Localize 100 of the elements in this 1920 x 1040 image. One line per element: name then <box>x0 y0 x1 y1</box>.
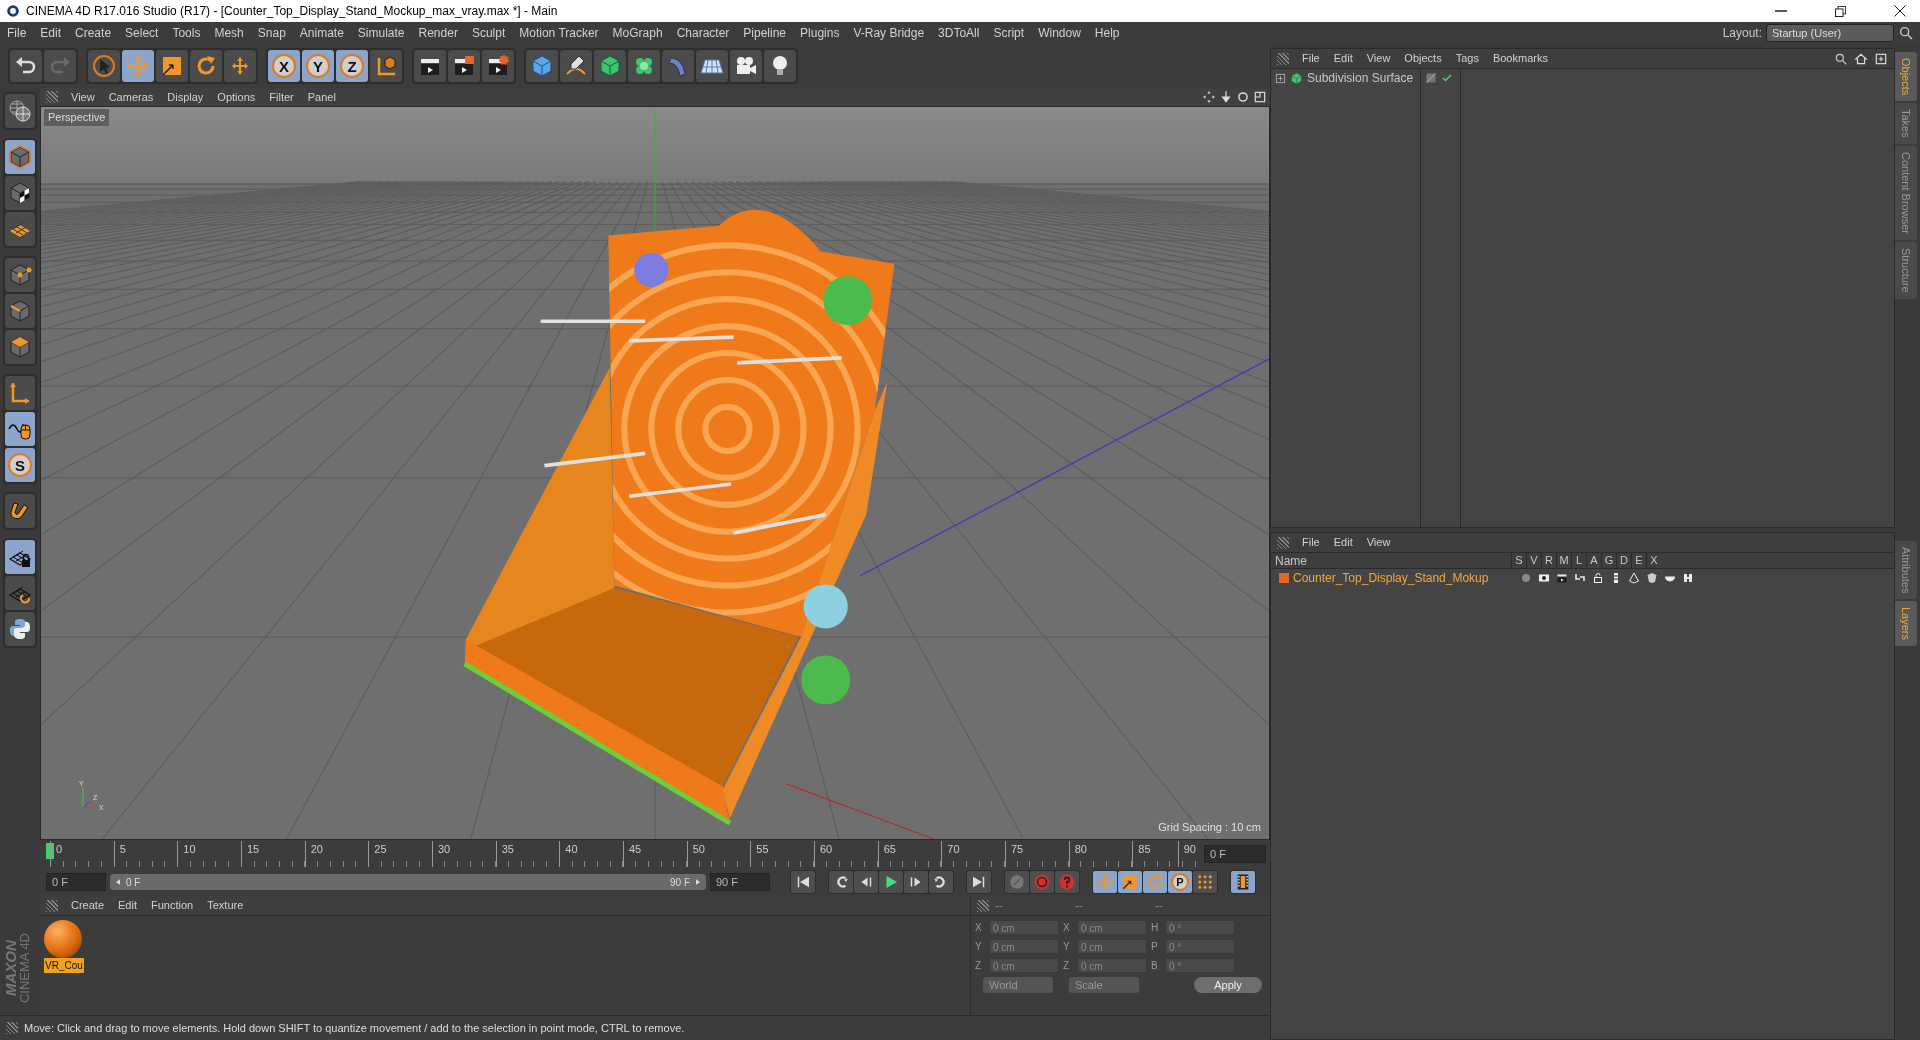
tool-button[interactable] <box>5 540 35 574</box>
apply-button[interactable]: Apply <box>1194 977 1262 993</box>
tool-button[interactable] <box>967 871 991 893</box>
layer-name[interactable]: Counter_Top_Display_Stand_Mokup <box>1293 569 1515 587</box>
tool-button[interactable] <box>5 176 35 210</box>
menu-item[interactable]: V-Ray Bridge <box>846 24 932 42</box>
menu-item[interactable]: Script <box>986 24 1032 42</box>
lock-icon[interactable] <box>1592 572 1604 584</box>
menu-item[interactable]: Edit <box>111 897 144 914</box>
tool-button[interactable] <box>764 50 796 82</box>
tool-button[interactable] <box>5 576 35 610</box>
menu-item[interactable]: Texture <box>200 897 251 914</box>
menu-item[interactable]: Window <box>1031 24 1088 42</box>
check-icon[interactable] <box>1441 72 1453 84</box>
end-frame-field[interactable]: 90 F <box>710 873 770 891</box>
menu-item[interactable]: Simulate <box>350 24 412 42</box>
tool-button[interactable]: P <box>1168 871 1192 893</box>
menu-item[interactable]: Render <box>411 24 465 42</box>
tool-button[interactable] <box>5 612 35 646</box>
menu-item[interactable]: MoGraph <box>605 24 670 42</box>
tool-button[interactable] <box>730 50 762 82</box>
grip-icon[interactable] <box>6 1022 18 1034</box>
pyramid-icon[interactable] <box>1628 572 1640 584</box>
search-icon[interactable] <box>1834 51 1848 66</box>
material-name[interactable]: VR_Cou <box>44 958 84 973</box>
tool-button[interactable] <box>5 258 35 292</box>
tool-button[interactable] <box>829 871 853 893</box>
menu-item[interactable]: View <box>1359 534 1398 551</box>
tool-button[interactable] <box>904 871 928 893</box>
menu-item[interactable]: Filter <box>262 88 301 106</box>
tool-button[interactable] <box>854 871 878 893</box>
menu-item[interactable]: Animate <box>292 24 351 42</box>
menu-item[interactable]: Character <box>669 24 737 42</box>
layout-dropdown[interactable]: Startup (User) <box>1766 24 1894 42</box>
grip-icon[interactable] <box>1277 52 1289 65</box>
cross-arrows-icon[interactable] <box>1202 90 1216 104</box>
menu-item[interactable]: Edit <box>1326 50 1360 67</box>
menu-item[interactable]: Create <box>68 24 119 42</box>
menu-item[interactable]: Plugins <box>793 24 847 42</box>
tool-button[interactable]: Z <box>336 50 368 82</box>
menu-item[interactable]: View <box>64 88 102 106</box>
menu-item[interactable]: Motion Tracker <box>512 24 606 42</box>
hierarchy-icon[interactable] <box>1574 572 1586 584</box>
menu-item[interactable]: Edit <box>33 24 69 42</box>
current-frame-field[interactable]: 0 F <box>1204 845 1266 863</box>
orbit-icon[interactable] <box>1236 90 1250 104</box>
tool-button[interactable] <box>448 50 480 82</box>
tool-button[interactable] <box>5 494 35 528</box>
menu-item[interactable]: Function <box>144 897 201 914</box>
window-icon[interactable] <box>1253 90 1267 104</box>
menu-item[interactable]: File <box>1295 50 1327 67</box>
menu-item[interactable]: Create <box>64 897 112 914</box>
down-arrow-icon[interactable] <box>1219 90 1233 104</box>
frame-range-slider[interactable]: 0 F 90 F <box>110 874 706 890</box>
grip-icon[interactable] <box>46 899 58 912</box>
eye-icon[interactable] <box>1538 572 1550 584</box>
grip-icon[interactable] <box>1277 536 1289 549</box>
menu-item[interactable]: Display <box>160 88 211 106</box>
tool-button[interactable] <box>482 50 514 82</box>
grip-icon[interactable] <box>977 899 989 912</box>
tool-button[interactable] <box>414 50 446 82</box>
menu-item[interactable]: Snap <box>250 24 293 42</box>
dot-icon[interactable] <box>1520 572 1532 584</box>
menu-item[interactable]: Cameras <box>101 88 161 106</box>
menu-item[interactable]: 3DToAll <box>931 24 987 42</box>
tool-button[interactable] <box>5 412 35 446</box>
playhead-marker[interactable] <box>46 843 54 859</box>
menu-item[interactable]: Objects <box>1397 50 1449 67</box>
tool-button[interactable] <box>628 50 660 82</box>
tool-button[interactable]: S <box>5 448 35 482</box>
tool-button[interactable]: Y <box>302 50 334 82</box>
menu-item[interactable]: Bookmarks <box>1485 50 1555 67</box>
tool-button[interactable] <box>560 50 592 82</box>
menu-item[interactable]: File <box>0 24 34 42</box>
menu-item[interactable]: Select <box>118 24 166 42</box>
start-frame-field[interactable]: 0 F <box>46 873 106 891</box>
menu-item[interactable]: Mesh <box>207 24 251 42</box>
side-tab[interactable]: Layers <box>1895 601 1917 647</box>
shield-icon[interactable] <box>1646 572 1658 584</box>
menu-item[interactable]: Sculpt <box>464 24 513 42</box>
object-name[interactable]: Subdivision Surface <box>1307 69 1414 87</box>
add-panel-icon[interactable] <box>1874 51 1888 66</box>
expand-icon[interactable] <box>1275 72 1286 84</box>
tool-button[interactable] <box>1231 871 1255 893</box>
side-tab[interactable]: Objects <box>1895 52 1917 102</box>
glyph-icon[interactable] <box>1682 572 1694 584</box>
grip-icon[interactable] <box>46 91 58 103</box>
menu-item[interactable]: Tools <box>165 24 208 42</box>
clapperboard-icon[interactable] <box>1556 572 1568 584</box>
menu-item[interactable]: Panel <box>300 88 343 106</box>
menu-item[interactable]: File <box>1295 534 1327 551</box>
tool-button[interactable] <box>929 871 953 893</box>
tool-button[interactable] <box>696 50 728 82</box>
menu-item[interactable]: Edit <box>1326 534 1360 551</box>
menu-item[interactable]: Options <box>210 88 263 106</box>
menu-item[interactable]: Pipeline <box>736 24 794 42</box>
material-swatch[interactable] <box>44 920 82 958</box>
tool-button[interactable]: X <box>268 50 300 82</box>
home-icon[interactable] <box>1854 51 1868 66</box>
tool-button[interactable] <box>791 871 815 893</box>
